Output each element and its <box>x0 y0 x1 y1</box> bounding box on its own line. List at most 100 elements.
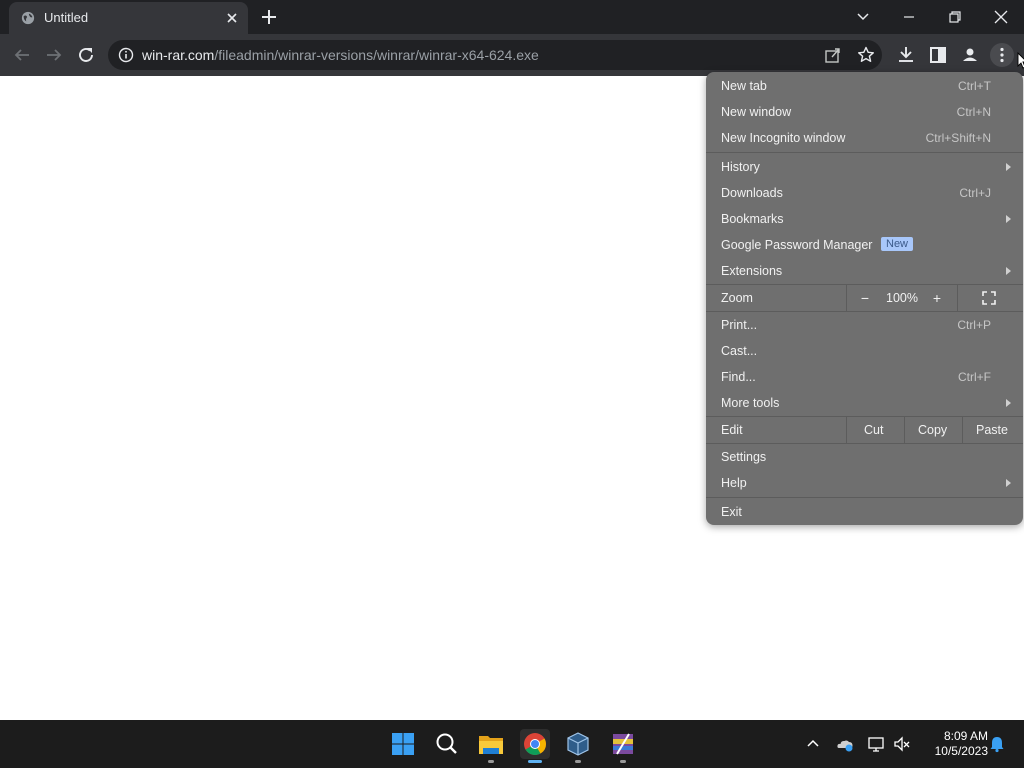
taskbar-chrome[interactable] <box>520 729 550 763</box>
url-text[interactable]: win-rar.com/fileadmin/winrar-versions/wi… <box>142 47 539 63</box>
taskbar-file-explorer[interactable] <box>476 729 506 763</box>
star-icon[interactable] <box>856 45 876 65</box>
zoom-out-button[interactable]: − <box>856 289 874 307</box>
taskbar-winrar[interactable] <box>608 729 638 763</box>
chevron-up-icon[interactable] <box>804 735 822 753</box>
menu-item-label: Exit <box>721 505 742 519</box>
taskbar-search-button[interactable] <box>432 729 462 759</box>
edit-divider <box>846 417 847 443</box>
submenu-arrow-icon <box>1006 399 1011 407</box>
menu-item-new-incognito-window[interactable]: New Incognito window Ctrl+Shift+N <box>706 125 1023 151</box>
zoom-divider <box>846 285 847 311</box>
download-icon[interactable] <box>894 43 918 67</box>
menu-item-label: Help <box>721 476 747 490</box>
menu-item-settings[interactable]: Settings <box>706 444 1023 470</box>
menu-item-help[interactable]: Help <box>706 470 1023 496</box>
chrome-icon <box>524 733 546 755</box>
menu-button[interactable] <box>990 43 1014 67</box>
menu-item-label: New window <box>721 105 792 119</box>
share-icon[interactable] <box>823 45 843 65</box>
menu-item-extensions[interactable]: Extensions <box>706 258 1023 284</box>
menu-item-exit[interactable]: Exit <box>706 499 1023 525</box>
menu-item-new-window[interactable]: New window Ctrl+N <box>706 99 1023 125</box>
menu-item-shortcut: Ctrl+F <box>958 370 991 384</box>
menu-item-history[interactable]: History <box>706 154 1023 180</box>
forward-arrow-icon[interactable] <box>42 43 66 67</box>
submenu-arrow-icon <box>1006 479 1011 487</box>
menu-item-label: Edit <box>721 423 743 437</box>
menu-item-label: More tools <box>721 396 780 410</box>
windows-start-button[interactable] <box>388 729 418 759</box>
system-clock[interactable]: 8:09 AM 10/5/2023 <box>922 729 988 759</box>
close-icon[interactable] <box>224 10 240 26</box>
menu-item-downloads[interactable]: Downloads Ctrl+J <box>706 180 1023 206</box>
menu-item-more-tools[interactable]: More tools <box>706 390 1023 416</box>
tab-strip: Untitled <box>0 0 1024 34</box>
minimize-icon[interactable] <box>897 5 921 29</box>
menu-item-new-tab[interactable]: New tab Ctrl+T <box>706 73 1023 99</box>
zoom-level: 100% <box>886 291 918 305</box>
speaker-muted-icon[interactable] <box>893 735 911 753</box>
menu-separator <box>706 497 1023 498</box>
url-path: /fileadmin/winrar-versions/winrar/winrar… <box>214 47 539 63</box>
notification-bell-icon[interactable] <box>988 735 1006 753</box>
menu-item-password-manager[interactable]: Google Password Manager New <box>706 232 1023 258</box>
search-icon <box>436 733 457 754</box>
menu-item-bookmarks[interactable]: Bookmarks <box>706 206 1023 232</box>
globe-icon <box>21 11 35 25</box>
submenu-arrow-icon <box>1006 163 1011 171</box>
menu-item-label: New tab <box>721 79 767 93</box>
taskbar-virtualbox[interactable] <box>563 729 593 763</box>
info-icon[interactable] <box>118 47 134 63</box>
clock-time: 8:09 AM <box>943 729 988 743</box>
copy-button[interactable]: Copy <box>918 423 947 437</box>
network-icon[interactable] <box>867 735 885 753</box>
profile-icon[interactable] <box>958 43 982 67</box>
windows-taskbar: 8:09 AM 10/5/2023 <box>0 720 1024 768</box>
onedrive-icon[interactable] <box>836 735 854 753</box>
menu-item-edit: Edit Cut Copy Paste <box>706 417 1023 443</box>
windows-start-icon <box>392 733 414 755</box>
menu-item-label: Downloads <box>721 186 783 200</box>
mouse-cursor-icon <box>1017 52 1024 69</box>
zoom-divider <box>957 285 958 311</box>
reload-icon[interactable] <box>74 43 98 67</box>
window-close-icon[interactable] <box>989 5 1013 29</box>
kebab-menu-icon <box>1000 47 1004 63</box>
clock-date: 10/5/2023 <box>934 744 988 758</box>
zoom-in-button[interactable]: + <box>928 289 946 307</box>
menu-item-print[interactable]: Print... Ctrl+P <box>706 312 1023 338</box>
menu-item-label: Bookmarks <box>721 212 784 226</box>
menu-item-label: Zoom <box>721 291 753 305</box>
running-indicator <box>620 760 626 763</box>
menu-item-label: New Incognito window <box>721 131 846 145</box>
chevron-down-icon[interactable] <box>851 5 875 29</box>
back-arrow-icon[interactable] <box>10 43 34 67</box>
restore-icon[interactable] <box>943 5 967 29</box>
menu-item-shortcut: Ctrl+N <box>956 105 991 119</box>
chrome-menu: New tab Ctrl+T New window Ctrl+N New Inc… <box>706 72 1023 525</box>
submenu-arrow-icon <box>1006 215 1011 223</box>
menu-item-label: Google Password Manager <box>721 238 873 252</box>
paste-button[interactable]: Paste <box>976 423 1008 437</box>
new-tab-button[interactable] <box>258 6 280 28</box>
edit-divider <box>962 417 963 443</box>
menu-item-label: Extensions <box>721 264 783 278</box>
address-bar[interactable]: win-rar.com/fileadmin/winrar-versions/wi… <box>108 40 882 70</box>
menu-item-cast[interactable]: Cast... <box>706 338 1023 364</box>
active-indicator <box>528 760 542 763</box>
browser-tab[interactable]: Untitled <box>9 2 248 34</box>
submenu-arrow-icon <box>1006 267 1011 275</box>
side-panel-icon[interactable] <box>926 43 950 67</box>
menu-item-shortcut: Ctrl+Shift+N <box>925 131 991 145</box>
virtualbox-icon <box>567 732 589 756</box>
running-indicator <box>488 760 494 763</box>
winrar-icon <box>613 733 633 755</box>
running-indicator <box>575 760 581 763</box>
cut-button[interactable]: Cut <box>864 423 883 437</box>
menu-item-find[interactable]: Find... Ctrl+F <box>706 364 1023 390</box>
menu-separator <box>706 152 1023 153</box>
fullscreen-icon[interactable] <box>981 290 997 306</box>
new-badge: New <box>881 237 914 251</box>
menu-item-label: Find... <box>721 370 756 384</box>
